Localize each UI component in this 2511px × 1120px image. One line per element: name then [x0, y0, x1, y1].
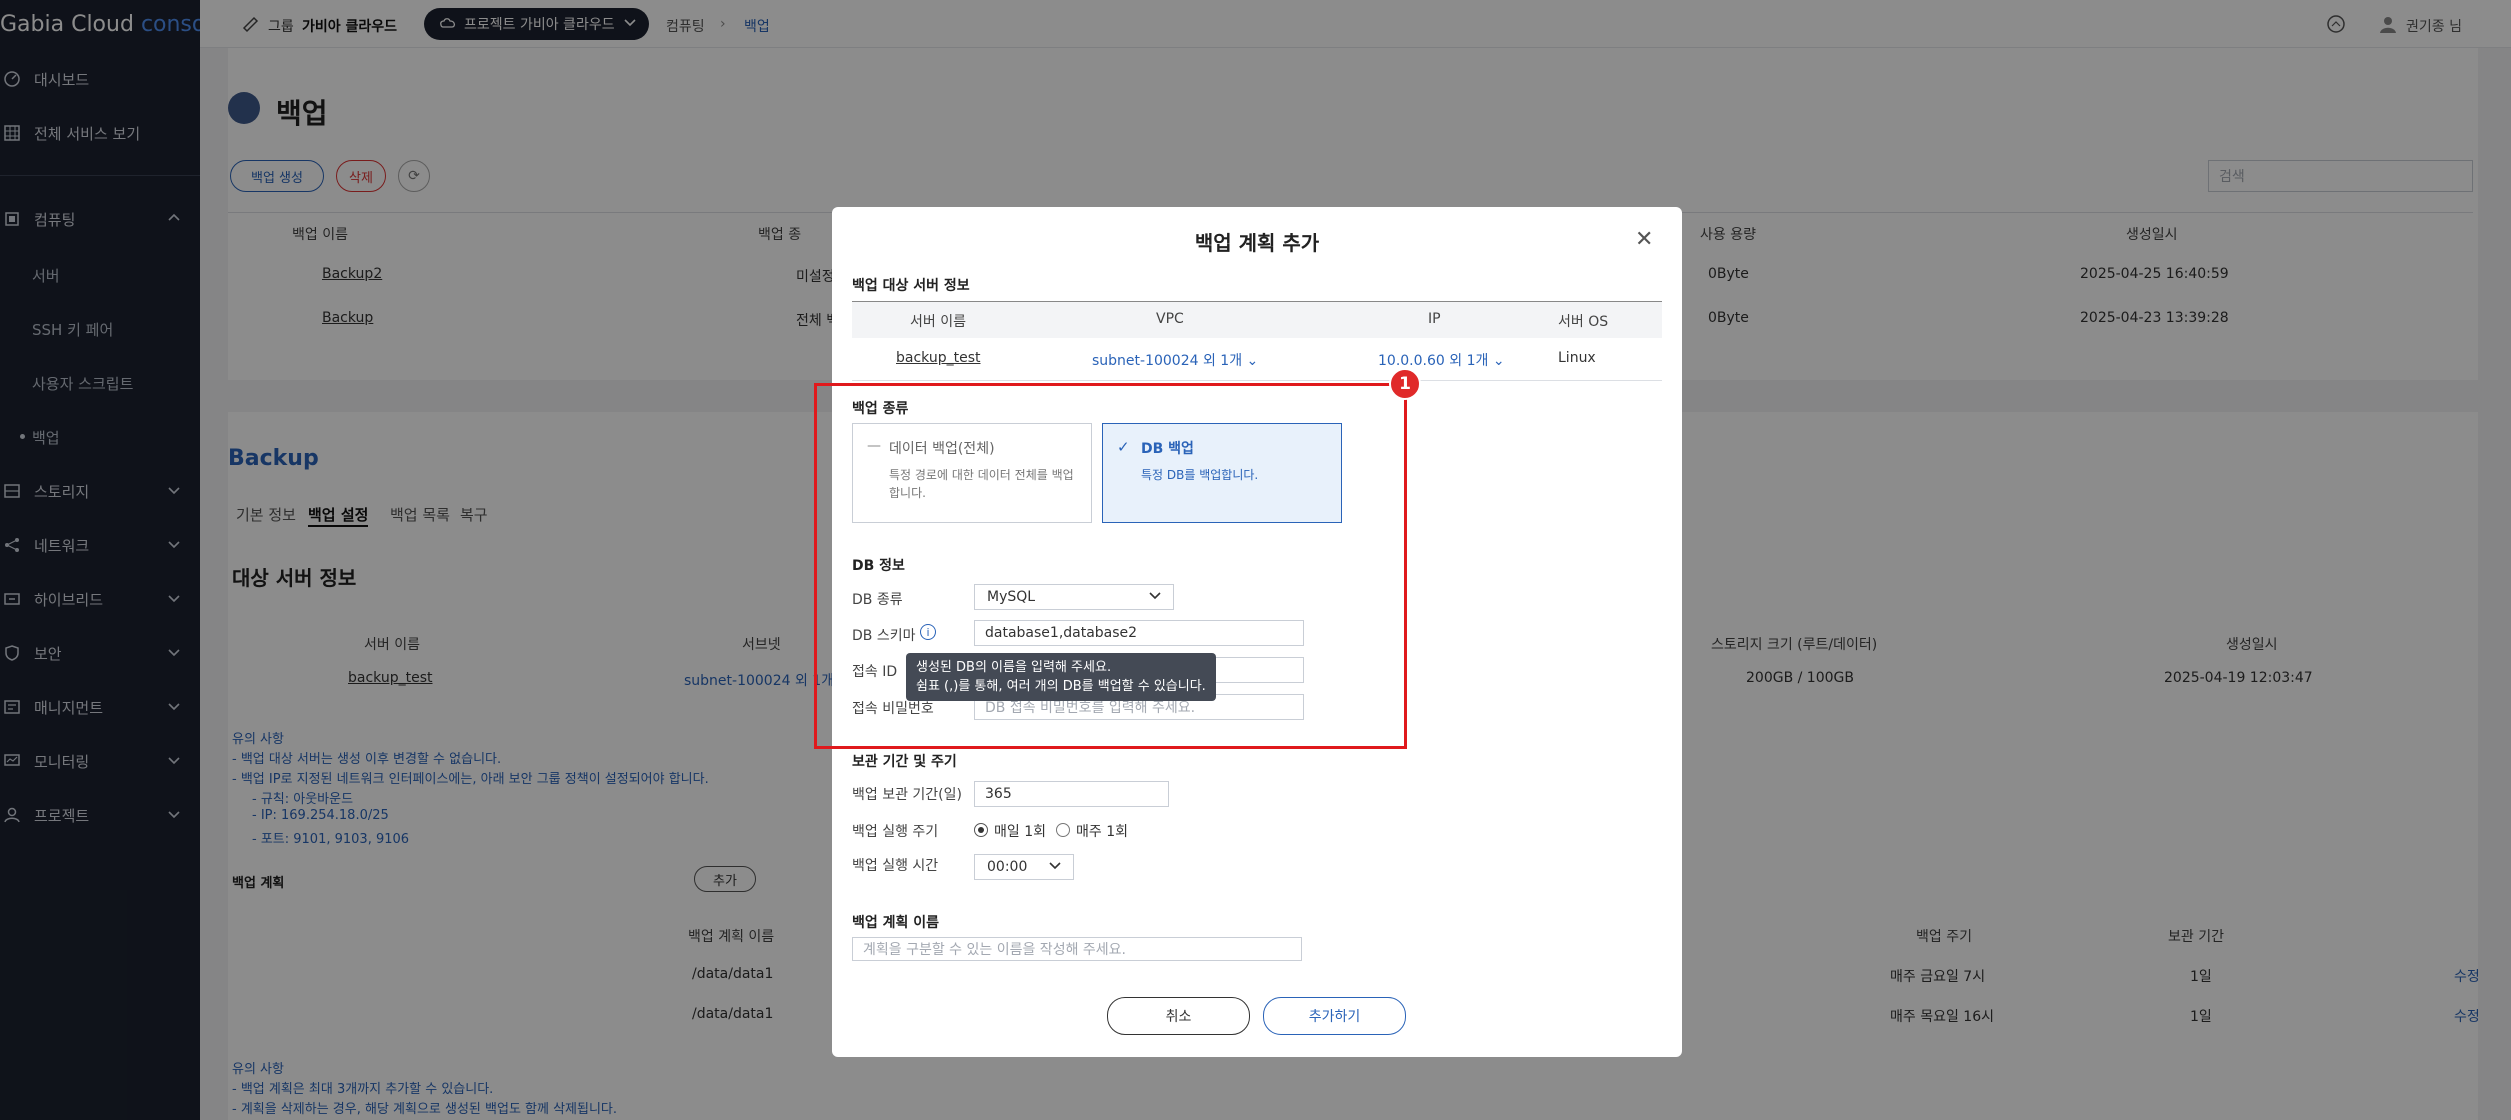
time-label: 백업 실행 시간: [852, 858, 939, 874]
cycle-daily-label: 매일 1회: [994, 824, 1046, 840]
col-ip: IP: [1428, 311, 1441, 327]
cancel-button[interactable]: 취소: [1107, 997, 1250, 1035]
retention-label: 백업 보관 기간(일): [852, 787, 962, 803]
retention-input[interactable]: 365: [974, 781, 1169, 807]
col-server-name: 서버 이름: [910, 314, 966, 330]
cycle-weekly-label: 매주 1회: [1076, 824, 1128, 840]
chevron-down-icon: ⌄: [1246, 353, 1259, 369]
server-name-link[interactable]: backup_test: [896, 350, 981, 366]
highlight-box: [814, 383, 1407, 749]
submit-button[interactable]: 추가하기: [1263, 997, 1406, 1035]
cycle-weekly-radio[interactable]: [1056, 823, 1070, 837]
plan-name-section-title: 백업 계획 이름: [852, 915, 940, 931]
chevron-down-icon: [1047, 857, 1063, 877]
plan-name-input[interactable]: 계획을 구분할 수 있는 이름을 작성해 주세요.: [852, 937, 1302, 961]
chevron-down-icon: ⌄: [1492, 353, 1505, 369]
time-select[interactable]: 00:00: [974, 854, 1074, 880]
server-section-title: 백업 대상 서버 정보: [852, 278, 970, 294]
server-table-header: [852, 302, 1662, 338]
ip-dropdown[interactable]: 10.0.0.60 외 1개 ⌄: [1378, 350, 1505, 370]
server-table-bottom: [852, 380, 1662, 381]
server-os-value: Linux: [1558, 350, 1596, 366]
annotation-badge: 1: [1389, 368, 1421, 400]
col-vpc: VPC: [1156, 311, 1184, 327]
cycle-label: 백업 실행 주기: [852, 824, 939, 840]
vpc-dropdown[interactable]: subnet-100024 외 1개 ⌄: [1092, 350, 1258, 370]
modal-title: 백업 계획 추가: [1194, 231, 1320, 255]
col-server-os: 서버 OS: [1558, 314, 1609, 330]
close-icon[interactable]: ✕: [1635, 227, 1653, 252]
cycle-daily-radio[interactable]: [974, 823, 988, 837]
retention-section-title: 보관 기간 및 주기: [852, 754, 957, 770]
time-value: 00:00: [987, 859, 1028, 875]
